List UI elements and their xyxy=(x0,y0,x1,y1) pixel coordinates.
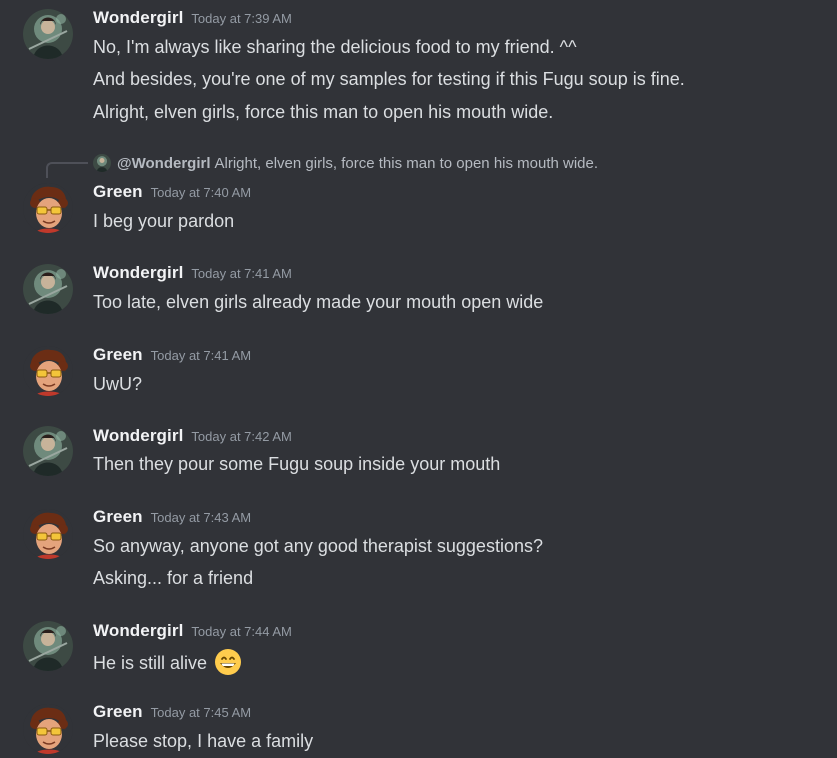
message-text: No, I'm always like sharing the deliciou… xyxy=(93,37,577,57)
timestamp[interactable]: Today at 7:41 AM xyxy=(151,348,251,363)
avatar-green[interactable] xyxy=(23,704,73,754)
avatar-wondergirl[interactable] xyxy=(23,426,73,476)
message-text: Asking... for a friend xyxy=(93,568,254,588)
timestamp[interactable]: Today at 7:45 AM xyxy=(151,705,251,720)
message-text: And besides, you're one of my samples fo… xyxy=(93,69,685,89)
timestamp[interactable]: Today at 7:42 AM xyxy=(191,429,291,444)
avatar-wondergirl[interactable] xyxy=(23,621,73,671)
message-header: Green Today at 7:45 AM xyxy=(93,702,251,726)
username[interactable]: Wondergirl xyxy=(93,426,183,445)
message-header: Wondergirl Today at 7:44 AM xyxy=(93,621,292,645)
reply-username[interactable]: @Wondergirl xyxy=(117,155,211,172)
avatar-green[interactable] xyxy=(23,509,73,559)
wondergirl-avatar-icon xyxy=(23,9,73,59)
message-text: Then they pour some Fugu soup inside you… xyxy=(93,454,501,474)
green-avatar-icon xyxy=(23,346,73,396)
username[interactable]: Green xyxy=(93,345,143,364)
message-header: Wondergirl Today at 7:41 AM xyxy=(93,263,292,287)
username[interactable]: Green xyxy=(93,507,143,526)
wondergirl-avatar-icon xyxy=(23,426,73,476)
reply-preview[interactable]: @Wondergirl Alright, elven girls, force t… xyxy=(93,153,598,175)
username[interactable]: Wondergirl xyxy=(93,263,183,282)
timestamp[interactable]: Today at 7:40 AM xyxy=(151,185,251,200)
timestamp[interactable]: Today at 7:44 AM xyxy=(191,624,291,639)
chat-messages: Wondergirl Today at 7:39 AM No, I'm alway… xyxy=(0,0,837,758)
reply-avatar-icon xyxy=(93,154,111,172)
username[interactable]: Green xyxy=(93,182,143,201)
message-header: Green Today at 7:43 AM xyxy=(93,507,251,531)
reply-text[interactable]: Alright, elven girls, force this man to … xyxy=(215,155,599,172)
message-header: Green Today at 7:40 AM xyxy=(93,182,251,206)
avatar-wondergirl[interactable] xyxy=(23,264,73,314)
message-text: Alright, elven girls, force this man to … xyxy=(93,102,554,122)
wondergirl-avatar-icon xyxy=(23,264,73,314)
timestamp[interactable]: Today at 7:39 AM xyxy=(191,11,291,26)
green-avatar-icon xyxy=(23,509,73,559)
timestamp[interactable]: Today at 7:43 AM xyxy=(151,510,251,525)
reply-connector xyxy=(46,162,88,178)
message-text-content: He is still alive xyxy=(93,653,208,673)
avatar-green[interactable] xyxy=(23,346,73,396)
grinning-face-emoji-icon[interactable] xyxy=(214,648,242,676)
message-text: Too late, elven girls already made your … xyxy=(93,292,544,312)
wondergirl-avatar-icon xyxy=(23,621,73,671)
username[interactable]: Wondergirl xyxy=(93,8,183,27)
message-header: Green Today at 7:41 AM xyxy=(93,345,251,369)
avatar-wondergirl[interactable] xyxy=(23,9,73,59)
message-text: So anyway, anyone got any good therapist… xyxy=(93,536,543,556)
avatar-green[interactable] xyxy=(23,183,73,233)
message-text: Please stop, I have a family xyxy=(93,731,314,751)
message-text: I beg your pardon xyxy=(93,211,235,231)
timestamp[interactable]: Today at 7:41 AM xyxy=(191,266,291,281)
message-header: Wondergirl Today at 7:39 AM xyxy=(93,8,292,32)
username[interactable]: Green xyxy=(93,702,143,721)
green-avatar-icon xyxy=(23,704,73,754)
username[interactable]: Wondergirl xyxy=(93,621,183,640)
green-avatar-icon xyxy=(23,183,73,233)
message-text: He is still alive xyxy=(93,648,242,676)
message-header: Wondergirl Today at 7:42 AM xyxy=(93,426,292,450)
message-text: UwU? xyxy=(93,374,143,394)
